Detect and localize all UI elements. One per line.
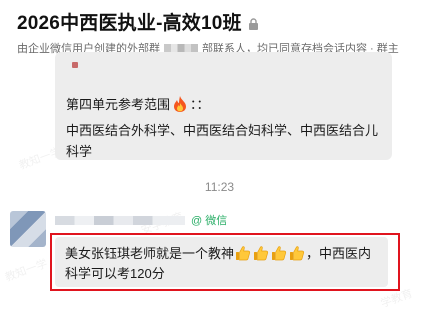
- partial-emoji: [72, 62, 78, 68]
- redacted-sender: [55, 215, 185, 225]
- message-line: 第四单元参考范围 ：：: [66, 94, 210, 113]
- fire-emoji-icon: [172, 95, 188, 113]
- watermark: 教知一学: [3, 257, 50, 285]
- lock-icon: [248, 17, 259, 30]
- message-punctuation: ：：: [190, 97, 210, 112]
- sender-name: @ 微信: [55, 213, 227, 227]
- avatar[interactable]: [10, 211, 46, 247]
- chat-header: 2026中西医执业-高效10班 由企业微信用户创建的外部群 部联系人，均已同意存档…: [0, 0, 439, 60]
- chat-window: 教知一学 安学教育 教知一学 学教育 2026中西医执业-高效10班 由企业微信…: [0, 0, 439, 312]
- title-row: 2026中西医执业-高效10班: [17, 8, 259, 35]
- message-bubble[interactable]: 第四单元参考范围 ：： 中西医结合外科学、中西医结合妇科学、中西医结合儿科学: [55, 52, 392, 160]
- message-text: 中西医结合外科学、中西医结合妇科学、中西医结合儿科学: [66, 123, 379, 159]
- group-title[interactable]: 2026中西医执业-高效10班: [17, 8, 242, 35]
- wechat-tag: @ 微信: [191, 215, 228, 227]
- message-text: 第四单元参考范围: [66, 97, 171, 112]
- timestamp: 11:23: [204, 180, 235, 194]
- highlight-box: [50, 233, 400, 291]
